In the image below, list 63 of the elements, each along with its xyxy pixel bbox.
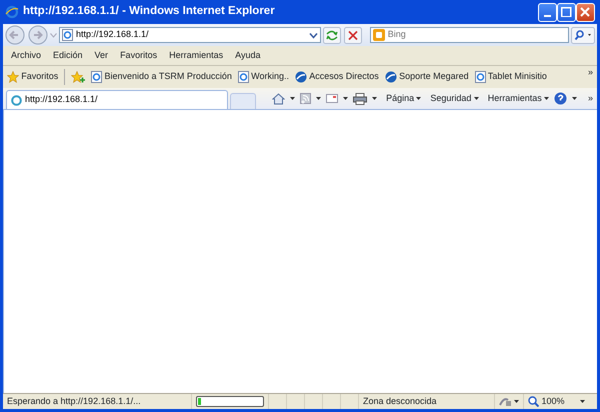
caret-icon <box>544 97 549 100</box>
caret-icon <box>474 97 479 100</box>
favorite-link[interactable]: Accesos Directos <box>295 70 379 84</box>
address-field[interactable]: http://192.168.1.1/ <box>76 28 306 42</box>
command-menu[interactable]: Herramientas <box>488 92 549 106</box>
search-bar[interactable]: Bing <box>370 27 568 43</box>
menu-item[interactable]: Favoritos <box>120 48 158 62</box>
address-bar[interactable]: http://192.168.1.1/ <box>59 27 321 43</box>
help-icon[interactable] <box>554 92 567 105</box>
caret-icon[interactable] <box>316 97 322 100</box>
refresh-button[interactable] <box>323 26 342 44</box>
search-button[interactable] <box>570 26 595 44</box>
caret-icon[interactable] <box>290 97 296 100</box>
search-field[interactable]: Bing <box>388 28 566 42</box>
command-menu[interactable]: Seguridad <box>430 92 479 106</box>
overflow-button[interactable]: » <box>588 92 593 106</box>
menu-item[interactable]: Herramientas <box>169 48 224 62</box>
feed-icon[interactable] <box>300 93 312 104</box>
globe-icon <box>295 71 308 83</box>
page-icon <box>238 71 249 83</box>
search-engine-icon <box>372 29 385 41</box>
dropdown-icon[interactable] <box>309 30 318 40</box>
add-favorite-icon[interactable] <box>71 71 86 83</box>
mail-icon[interactable] <box>326 94 338 103</box>
printer-icon[interactable] <box>353 92 368 104</box>
loading-icon <box>11 94 22 106</box>
favorite-link[interactable]: Soporte Megared <box>384 70 469 84</box>
status-text: Esperando a http://192.168.1.1/... <box>6 394 142 408</box>
maximize-icon <box>561 6 572 18</box>
menu-item[interactable]: Edición <box>53 48 83 62</box>
page-icon <box>474 71 486 83</box>
home-icon[interactable] <box>272 92 286 104</box>
favorites-button[interactable]: Favoritos <box>7 70 58 84</box>
window-title: http://192.168.1.1/ - Windows Internet Explorer <box>23 4 276 20</box>
browser-tab[interactable]: http://192.168.1.1/ <box>6 90 228 109</box>
minimize-icon <box>544 14 551 16</box>
favorite-link[interactable]: Working.. <box>238 70 290 84</box>
caret-icon[interactable] <box>343 97 348 100</box>
caret-icon[interactable] <box>514 400 520 403</box>
favorite-link[interactable]: Tablet Minisitio <box>474 70 547 84</box>
menu-item[interactable]: Ayuda <box>235 48 260 62</box>
favorite-link[interactable]: Bienvenido a TSRM Producción <box>91 70 232 84</box>
minimize-button[interactable] <box>538 2 557 22</box>
ie-logo-icon <box>5 5 19 19</box>
zoom-button[interactable]: 100% <box>528 394 565 408</box>
command-menu[interactable]: Página <box>386 92 422 106</box>
zoom-icon <box>528 396 540 407</box>
caret-icon[interactable] <box>580 400 585 403</box>
caret-icon[interactable] <box>372 97 378 100</box>
close-button[interactable] <box>576 2 595 22</box>
page-icon <box>62 29 73 41</box>
caret-icon[interactable] <box>572 97 577 100</box>
zone-text: Zona desconocida <box>363 394 437 408</box>
globe-icon <box>384 71 397 83</box>
page-icon <box>91 71 102 83</box>
stop-button[interactable] <box>344 26 362 44</box>
star-icon <box>7 71 19 83</box>
overflow-button[interactable]: » <box>588 66 593 80</box>
close-icon <box>580 7 590 17</box>
caret-icon <box>416 97 422 100</box>
menu-item[interactable]: Ver <box>94 48 108 62</box>
maximize-button[interactable] <box>556 2 576 22</box>
menu-item[interactable]: Archivo <box>11 48 42 62</box>
